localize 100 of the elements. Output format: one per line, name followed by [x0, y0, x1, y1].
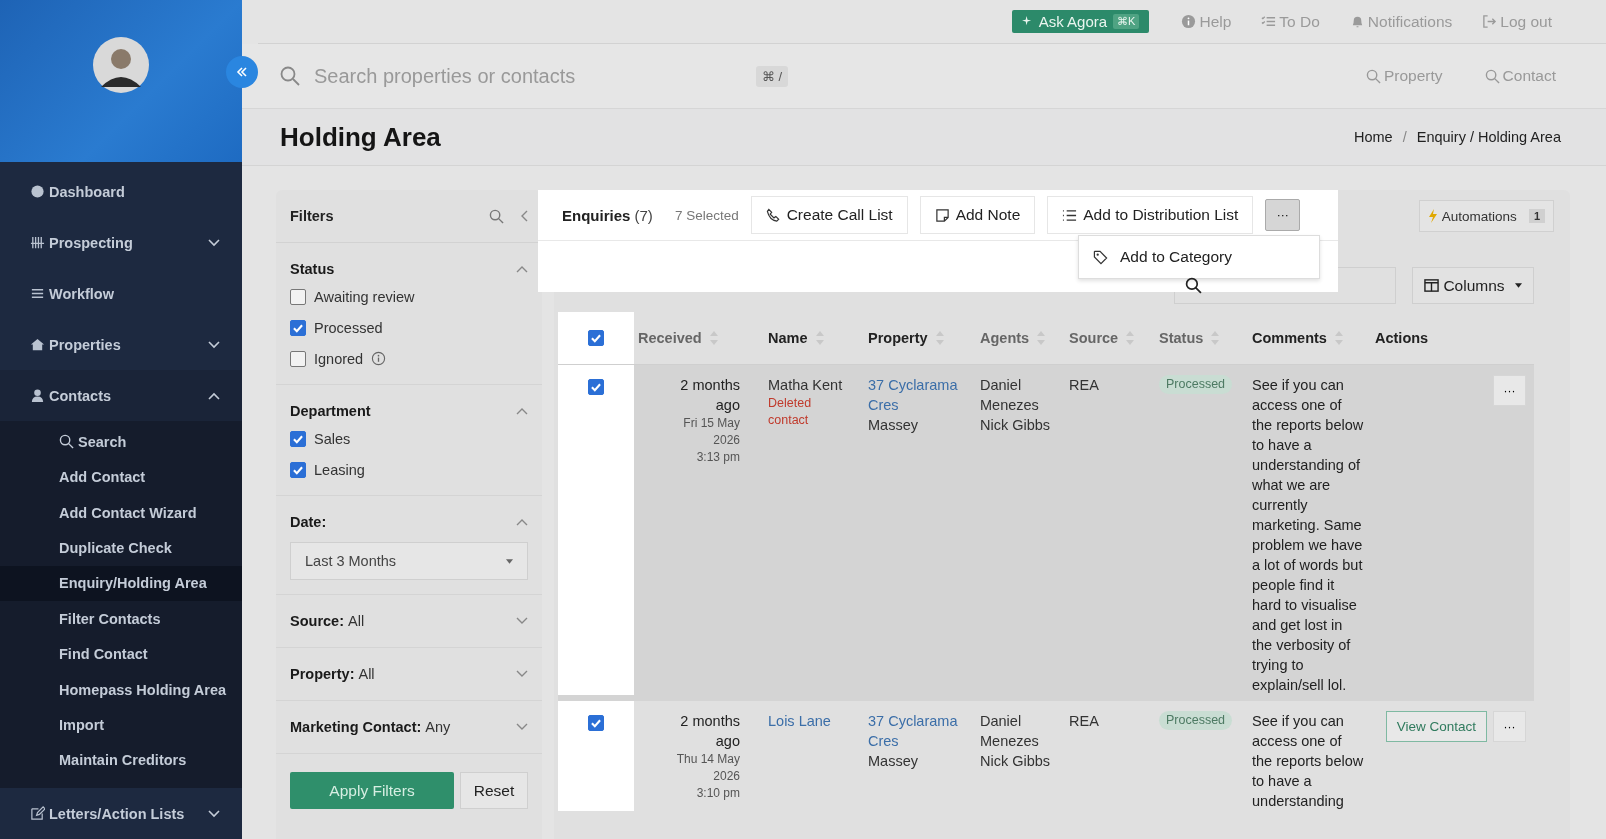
shortcut-badge: ⌘K	[1113, 14, 1140, 29]
suburb: Massey	[868, 416, 918, 435]
sidebar-item[interactable]: Workflow	[0, 268, 242, 320]
toolbar-button[interactable]: Create Call List	[750, 196, 908, 234]
sidebar-item[interactable]: Prospecting	[0, 217, 242, 269]
breadcrumb[interactable]: Home	[1354, 129, 1393, 145]
automations-button[interactable]: Automations 1	[1418, 200, 1554, 232]
sidebar-subitem[interactable]: Import	[0, 707, 242, 743]
column-header[interactable]: Agents	[976, 330, 1065, 346]
columns-icon	[1424, 278, 1440, 293]
breadcrumb[interactable]: Enquiry / Holding Area	[1416, 129, 1561, 145]
sidebar-subitem[interactable]: Add Contact Wizard	[0, 494, 242, 531]
name-link[interactable]: Lois Lane	[768, 711, 831, 731]
option-label: Leasing	[314, 461, 365, 478]
search-icon	[280, 66, 300, 86]
page-title: Holding Area	[280, 121, 441, 153]
received-date: Thu 14 May 2026	[675, 751, 740, 785]
select-all-checkbox[interactable]	[588, 330, 604, 346]
search-icon	[1484, 68, 1500, 84]
date-select[interactable]: Last 3 Months	[290, 542, 528, 580]
search-icon[interactable]	[489, 208, 504, 224]
checkbox[interactable]	[290, 350, 306, 367]
more-button[interactable]: ···	[1265, 199, 1301, 231]
row-checkbox[interactable]	[588, 379, 604, 395]
received-clock: 3:10 pm	[695, 785, 740, 802]
agent-name: Daniel Menezes	[980, 712, 1040, 751]
sidebar-subitem[interactable]: Enquiry/Holding Area	[0, 565, 242, 602]
chevron-icon	[208, 238, 220, 247]
chevron-icon	[516, 407, 528, 415]
sort-icon	[1334, 331, 1343, 345]
collapse-sidebar-button[interactable]	[226, 56, 258, 88]
checkbox[interactable]	[290, 430, 306, 447]
global-search-field[interactable]: Search properties or contacts ⌘ /	[280, 63, 788, 89]
row-more-button[interactable]: ···	[1493, 375, 1526, 406]
filter-section-header[interactable]: Source: All	[290, 595, 528, 647]
row-checkbox[interactable]	[588, 715, 604, 731]
source: REA	[1069, 712, 1099, 731]
sidebar-subitem[interactable]: Homepass Holding Area	[0, 671, 242, 708]
property-link[interactable]: 37 Cyclarama Cres	[868, 711, 968, 751]
sidebar-subitem[interactable]: Search	[0, 424, 242, 460]
sidebar-subitem[interactable]: Filter Contacts	[0, 601, 242, 637]
sidebar-item[interactable]: Properties	[0, 319, 242, 371]
toolbar-button[interactable]: Add Note	[919, 196, 1036, 234]
sidebar-subitem[interactable]: Maintain Creditors	[0, 742, 242, 778]
chevron-icon	[516, 518, 528, 526]
collapse-icon[interactable]	[520, 210, 528, 222]
sidebar-subitem[interactable]: Add Contact	[0, 459, 242, 495]
columns-button[interactable]: Columns	[1412, 267, 1534, 304]
double-chevron-icon	[235, 65, 249, 79]
sidebar-item[interactable]: Contacts	[0, 370, 242, 422]
agent-name: Nick Gibbs	[980, 752, 1051, 771]
search-icon	[59, 434, 74, 450]
chevron-icon	[516, 670, 528, 678]
view-contact-button[interactable]: View Contact	[1385, 711, 1487, 742]
link-icon	[1261, 14, 1277, 29]
ask-agora-button[interactable]: Ask Agora ⌘K	[1011, 10, 1150, 33]
property-link[interactable]: 37 Cyclarama Cres	[868, 375, 968, 415]
comment: See if you can access one of the reports below to have a understanding	[1252, 712, 1364, 811]
sidebar-item[interactable]: Letters/Action Lists	[0, 788, 242, 839]
contact-name: Matha Kent	[768, 376, 843, 395]
selected-count: 7 Selected	[674, 207, 739, 223]
sidebar-subitem[interactable]: Find Contact	[0, 636, 242, 672]
sidebar-subitem[interactable]: Duplicate Check	[0, 530, 242, 566]
button-icon	[934, 207, 950, 223]
filter-section-header[interactable]: Marketing Contact: Any	[290, 701, 528, 753]
checkbox[interactable]	[290, 288, 306, 305]
option-label: Ignored	[314, 350, 364, 367]
column-header[interactable]: Comments	[1248, 330, 1371, 346]
column-header[interactable]: Source	[1065, 330, 1155, 346]
link-icon	[1181, 14, 1197, 29]
button-icon	[1062, 207, 1078, 223]
breadcrumb-separator: /	[1402, 129, 1407, 145]
caret-icon	[1514, 283, 1522, 288]
sidebar-icon	[30, 806, 45, 821]
chevron-icon	[516, 265, 528, 273]
link-icon	[1482, 14, 1498, 29]
reset-button[interactable]: Reset	[460, 772, 528, 809]
chevron-icon	[516, 617, 528, 625]
chevron-icon	[208, 809, 220, 818]
checkbox[interactable]	[290, 461, 306, 478]
deleted-note: Deleted contact	[768, 395, 813, 429]
sort-icon	[709, 331, 718, 345]
chevron-icon	[208, 391, 220, 400]
menu-item[interactable]: Add to Category	[1079, 236, 1319, 278]
toolbar-button[interactable]: Add to Distribution List	[1047, 196, 1254, 234]
column-header[interactable]: Actions	[1371, 330, 1534, 346]
column-header[interactable]: Property	[864, 330, 976, 346]
suburb: Massey	[868, 752, 918, 771]
tag-icon	[1093, 249, 1108, 265]
option-label: Processed	[314, 319, 383, 336]
caret-icon	[506, 558, 513, 564]
column-header[interactable]: Status	[1155, 330, 1248, 346]
sidebar-item[interactable]: Dashboard	[0, 166, 242, 218]
row-more-button[interactable]: ···	[1493, 711, 1526, 742]
avatar[interactable]	[93, 37, 149, 93]
column-header[interactable]: Received	[634, 330, 764, 346]
filter-section-header[interactable]: Property: All	[290, 648, 528, 700]
sort-icon	[1211, 331, 1220, 345]
column-header[interactable]: Name	[764, 330, 864, 346]
checkbox[interactable]	[290, 319, 306, 336]
